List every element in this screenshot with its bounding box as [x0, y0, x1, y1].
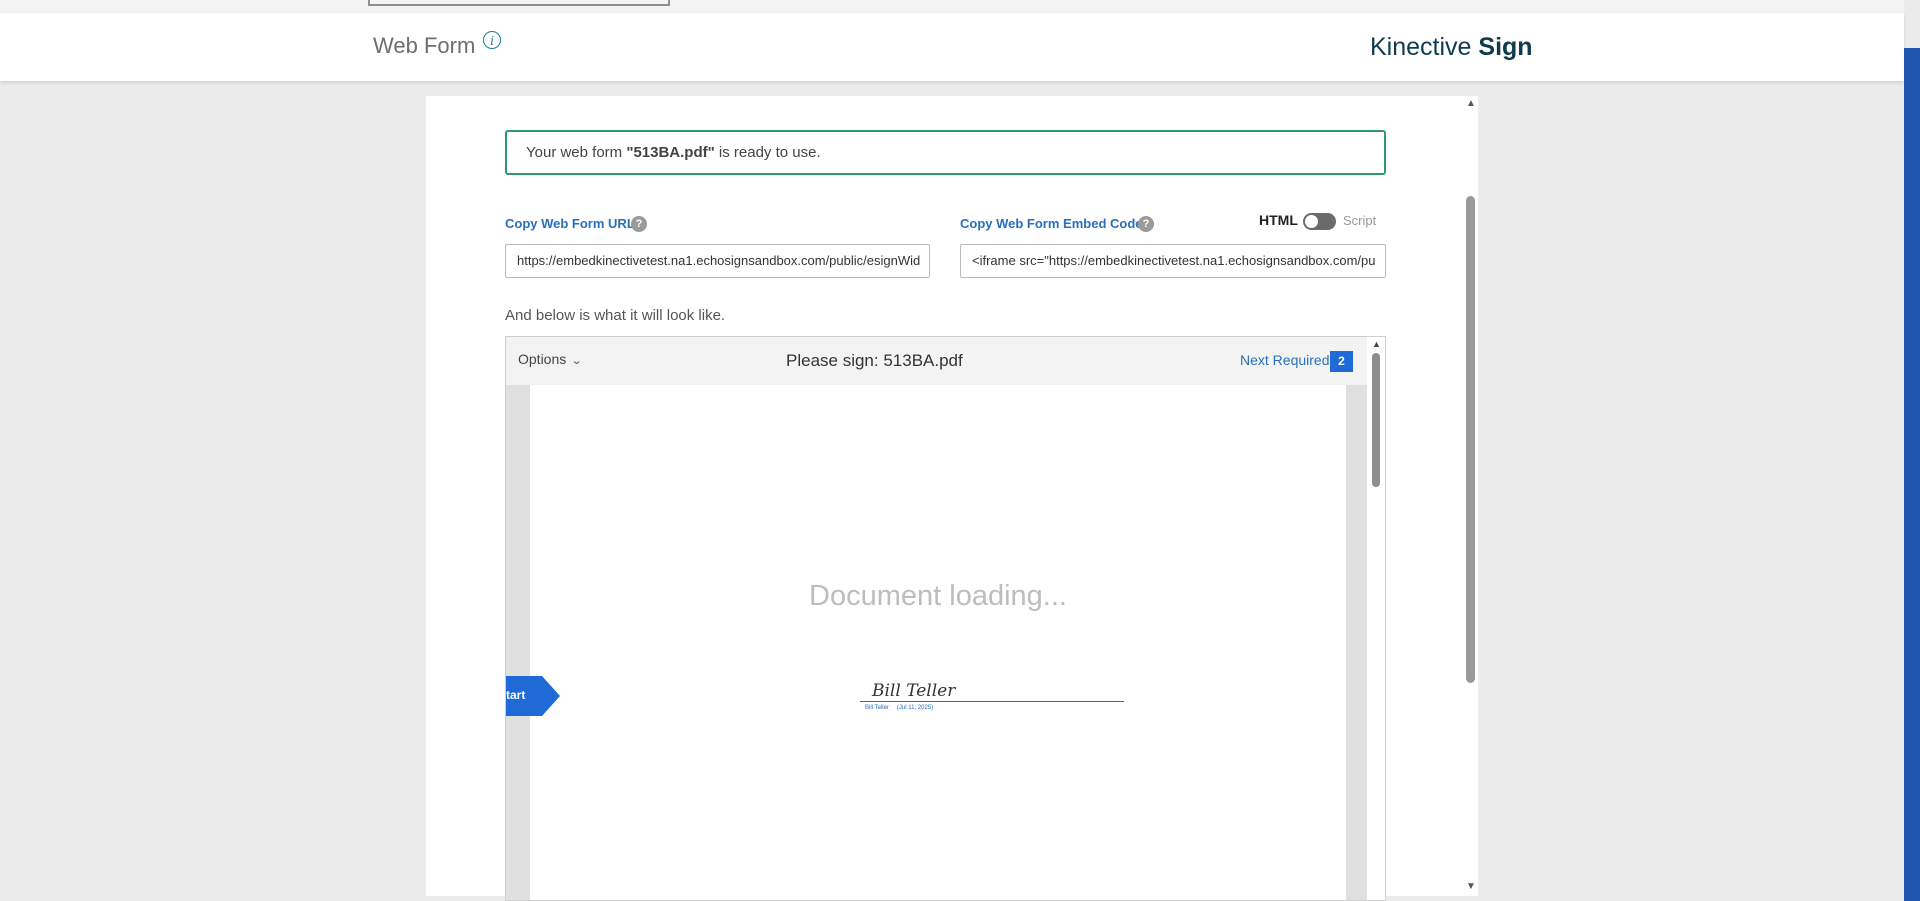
- options-label: Options: [518, 351, 567, 367]
- web-form-url-field[interactable]: https://embedkinectivetest.na1.echosigns…: [505, 244, 930, 278]
- required-count-badge[interactable]: 2: [1330, 351, 1353, 372]
- options-dropdown[interactable]: Options ⌄: [518, 351, 583, 367]
- success-banner: Your web form "513BA.pdf" is ready to us…: [505, 130, 1386, 175]
- brand-light: Kinective: [1370, 33, 1472, 61]
- embed-code-field[interactable]: <iframe src="https://embedkinectivetest.…: [960, 244, 1386, 278]
- preview-caption: And below is what it will look like.: [505, 307, 726, 324]
- panel-scrollbar-thumb[interactable]: [1466, 196, 1475, 683]
- document-title: Please sign: 513BA.pdf: [786, 351, 963, 370]
- app-header: Web Form i Kinective Sign: [0, 13, 1904, 81]
- top-strip: [0, 0, 1904, 13]
- copy-url-label[interactable]: Copy Web Form URL: [505, 216, 635, 231]
- signature-caption-name: Bill Teller: [865, 705, 889, 711]
- signature-caption-date: (Jul 11, 2025): [896, 705, 934, 711]
- banner-file-name: "513BA.pdf": [626, 144, 715, 161]
- preview-frame: Options ⌄ Please sign: 513BA.pdf Next Req…: [505, 336, 1386, 901]
- start-button[interactable]: tart: [506, 676, 560, 716]
- panel-scroll-up-arrow[interactable]: ▲: [1466, 98, 1476, 109]
- copy-embed-label[interactable]: Copy Web Form Embed Code: [960, 216, 1143, 231]
- toggle-knob: [1305, 215, 1318, 228]
- signature-field[interactable]: Bill Teller: [872, 681, 955, 701]
- preview-toolbar: Options ⌄ Please sign: 513BA.pdf Next Req…: [506, 337, 1367, 386]
- chevron-down-icon: ⌄: [570, 355, 583, 367]
- preview-scrollbar-thumb[interactable]: [1372, 353, 1380, 487]
- toggle-html-label: HTML: [1259, 212, 1298, 228]
- embed-help-icon[interactable]: ?: [1138, 216, 1154, 232]
- url-help-icon[interactable]: ?: [631, 216, 647, 232]
- next-required-link[interactable]: Next Required: [1240, 352, 1330, 368]
- preview-scroll-up-arrow[interactable]: ▲: [1372, 339, 1381, 349]
- toggle-script-label: Script: [1343, 213, 1377, 228]
- html-script-toggle[interactable]: [1303, 213, 1336, 230]
- top-tab-outline: [368, 0, 670, 6]
- banner-prefix: Your web form: [526, 144, 627, 161]
- document-loading-text: Document loading...: [809, 580, 1067, 612]
- side-accent-bar: [1904, 48, 1920, 901]
- brand-bold: Sign: [1478, 33, 1533, 61]
- document-gutter-right: [1346, 385, 1367, 900]
- panel-scroll-down-arrow[interactable]: ▼: [1466, 881, 1476, 892]
- document-gutter-left: [506, 385, 530, 900]
- info-icon[interactable]: i: [483, 31, 501, 49]
- brand-logo: Kinective Sign: [1370, 33, 1533, 62]
- signature-caption: Bill Teller (Jul 11, 2025): [865, 705, 933, 711]
- banner-suffix: is ready to use.: [714, 144, 821, 161]
- document-page: Document loading... Bill Teller Bill Tel…: [530, 385, 1346, 900]
- page-title: Web Form: [373, 33, 476, 58]
- signature-line: [860, 701, 1124, 702]
- start-label: tart: [506, 688, 526, 702]
